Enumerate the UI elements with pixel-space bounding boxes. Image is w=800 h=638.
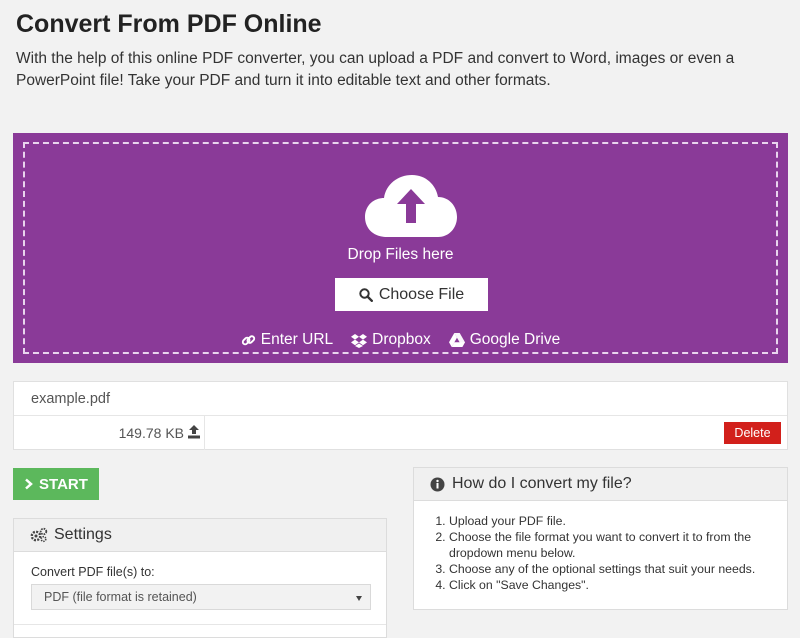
format-select[interactable]: PDF (file format is retained) bbox=[31, 584, 371, 610]
settings-title: Settings bbox=[54, 526, 112, 543]
convert-format-label: Convert PDF file(s) to: bbox=[31, 565, 155, 579]
howto-title: How do I convert my file? bbox=[452, 475, 632, 492]
upload-sources: Enter URL Dropbox Google Drive bbox=[25, 331, 776, 349]
search-icon bbox=[359, 287, 373, 302]
file-size: 149.78 KB bbox=[118, 425, 184, 441]
howto-step: Choose the file format you want to conve… bbox=[449, 529, 775, 561]
howto-panel: How do I convert my file? Upload your PD… bbox=[413, 467, 788, 610]
file-list-item: example.pdf 149.78 KB Delete bbox=[13, 381, 788, 450]
drop-files-text: Drop Files here bbox=[347, 246, 454, 263]
howto-step: Upload your PDF file. bbox=[449, 513, 775, 529]
howto-header: How do I convert my file? bbox=[414, 468, 787, 501]
page-title: Convert From PDF Online bbox=[16, 10, 322, 38]
delete-button[interactable]: Delete bbox=[724, 422, 781, 444]
dropbox-label: Dropbox bbox=[372, 331, 431, 348]
dropzone-border: Drop Files here Choose File Enter URL Dr… bbox=[23, 142, 778, 354]
settings-divider bbox=[14, 624, 386, 625]
choose-file-button[interactable]: Choose File bbox=[335, 278, 488, 311]
file-size-cell: 149.78 KB bbox=[14, 416, 205, 450]
chevron-right-icon bbox=[25, 478, 33, 490]
howto-step: Click on "Save Changes". bbox=[449, 577, 775, 593]
dropbox-icon bbox=[351, 333, 368, 348]
howto-steps: Upload your PDF file. Choose the file fo… bbox=[414, 513, 787, 593]
gears-icon bbox=[30, 527, 48, 543]
settings-header: Settings bbox=[14, 519, 386, 552]
upload-dropzone[interactable]: Drop Files here Choose File Enter URL Dr… bbox=[13, 133, 788, 363]
start-button[interactable]: START bbox=[13, 468, 99, 500]
enter-url-label: Enter URL bbox=[260, 331, 334, 348]
google-drive-icon bbox=[448, 333, 465, 347]
file-name: example.pdf bbox=[31, 391, 110, 407]
dropbox-link[interactable]: Dropbox bbox=[351, 331, 431, 349]
link-icon bbox=[241, 334, 255, 345]
cloud-upload-icon bbox=[365, 175, 457, 237]
enter-url-link[interactable]: Enter URL bbox=[241, 331, 333, 349]
howto-step: Choose any of the optional settings that… bbox=[449, 561, 775, 577]
choose-file-label: Choose File bbox=[378, 285, 465, 303]
google-drive-link[interactable]: Google Drive bbox=[448, 331, 561, 349]
google-drive-label: Google Drive bbox=[469, 331, 561, 348]
start-label: START bbox=[39, 475, 88, 493]
intro-text: With the help of this online PDF convert… bbox=[16, 50, 735, 89]
upload-icon bbox=[188, 425, 200, 439]
format-select-value: PDF (file format is retained) bbox=[44, 590, 197, 604]
settings-panel: Settings Convert PDF file(s) to: PDF (fi… bbox=[13, 518, 387, 638]
caret-down-icon bbox=[356, 596, 362, 601]
info-circle-icon bbox=[430, 477, 445, 491]
